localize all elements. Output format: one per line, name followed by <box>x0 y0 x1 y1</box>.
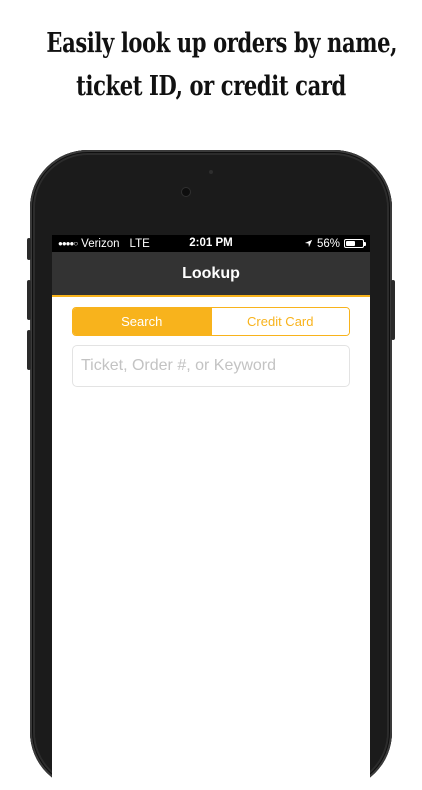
volume-down-button <box>27 330 31 370</box>
battery-percent: 56% <box>316 237 340 250</box>
status-bar: ●●●●○ Verizon LTE 2:01 PM 56% <box>52 235 370 252</box>
promo-headline-line2: ticket ID, or credit card <box>76 71 346 102</box>
signal-strength-icon: ●●●●○ <box>58 239 78 248</box>
nav-bar: Lookup <box>52 252 370 295</box>
proximity-sensor <box>209 170 213 174</box>
location-arrow-icon <box>304 239 313 248</box>
lookup-mode-segmented-control: Search Credit Card <box>72 307 350 336</box>
battery-fill <box>346 241 355 246</box>
promo-headline-line1: Easily look up orders by name, <box>46 28 398 59</box>
carrier-label: Verizon <box>81 237 120 250</box>
nav-accent-divider <box>52 295 370 297</box>
search-input[interactable] <box>72 345 350 387</box>
segment-search[interactable]: Search <box>73 308 211 335</box>
front-camera-icon <box>182 188 190 196</box>
promo-headline: Easily look up orders by name, ticket ID… <box>46 22 398 108</box>
network-label: LTE <box>129 237 150 250</box>
mute-switch <box>27 238 31 260</box>
phone-screen: ●●●●○ Verizon LTE 2:01 PM 56% Lookup Sea… <box>52 235 370 790</box>
segment-credit-card[interactable]: Credit Card <box>210 308 349 335</box>
battery-icon <box>344 239 366 248</box>
phone-frame: ●●●●○ Verizon LTE 2:01 PM 56% Lookup Sea… <box>27 150 395 790</box>
volume-up-button <box>27 280 31 320</box>
page-title: Lookup <box>182 264 240 282</box>
power-button <box>391 280 395 340</box>
